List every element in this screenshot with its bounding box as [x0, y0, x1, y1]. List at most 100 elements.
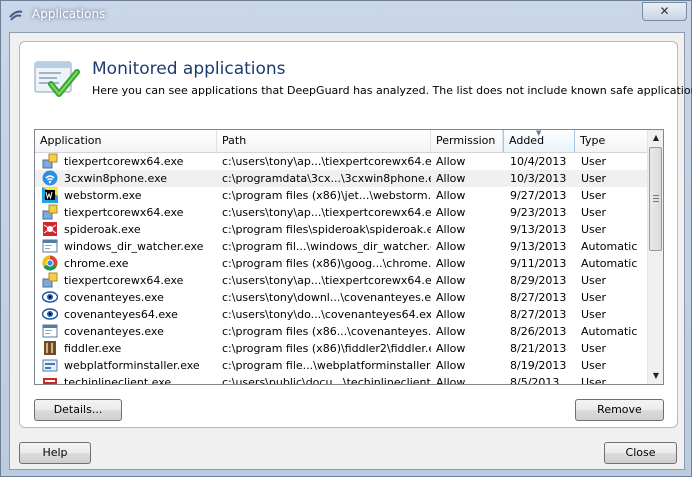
cell-permission: Allow	[436, 172, 466, 185]
scroll-down-arrow-icon[interactable]: ▼	[648, 368, 663, 384]
cell-application: covenanteyes.exe	[64, 325, 164, 338]
cell-added: 10/4/2013	[510, 155, 567, 168]
cell-permission: Allow	[436, 257, 466, 270]
cell-path: c:\users\tony\ap...\tiexpertcorewx64.exe	[222, 155, 431, 168]
applications-window: Applications ✕ Monitored applications He…	[0, 0, 692, 477]
cell-permission: Allow	[436, 189, 466, 202]
monitored-apps-checkmark-icon	[34, 61, 80, 97]
cell-path: c:\program files (x86)\fiddler2\fiddler.…	[222, 342, 431, 355]
content-panel: Monitored applications Here you can see …	[19, 41, 692, 428]
cell-permission: Allow	[436, 223, 466, 236]
scroll-thumb[interactable]	[649, 147, 662, 251]
cell-application: covenanteyes64.exe	[64, 308, 178, 321]
thumb-grip-line	[653, 201, 659, 202]
cell-added: 8/29/2013	[510, 274, 567, 287]
cell-type: User	[581, 342, 607, 355]
cell-permission: Allow	[436, 206, 466, 219]
cell-application: tiexpertcorewx64.exe	[64, 274, 184, 287]
cell-path: c:\program files\spideroak\spideroak.exe	[222, 223, 431, 236]
applications-list[interactable]: Application Path Permission ▼ Added Type…	[34, 129, 664, 385]
cell-type: User	[581, 291, 607, 304]
cell-type: User	[581, 155, 607, 168]
cell-type: User	[581, 223, 607, 236]
eye-icon	[42, 308, 58, 320]
table-row[interactable]: covenanteyes.exe c:\users\tony\downl...\c…	[35, 289, 647, 306]
cell-added: 9/11/2013	[510, 257, 567, 270]
sort-descending-icon: ▼	[536, 129, 542, 137]
table-row[interactable]: 3cxwin8phone.exe c:\programdata\3cx...\3c…	[35, 170, 647, 187]
cell-added: 10/3/2013	[510, 172, 567, 185]
list-rows: tiexpertcorewx64.exe c:\users\tony\ap...\…	[35, 153, 647, 385]
cell-permission: Allow	[436, 155, 466, 168]
cell-added: 9/27/2013	[510, 189, 567, 202]
column-header-added[interactable]: ▼ Added	[503, 130, 575, 152]
cell-type: User	[581, 189, 607, 202]
table-row[interactable]: covenanteyes64.exe c:\users\tony\do...\co…	[35, 306, 647, 323]
page-description: Here you can see applications that DeepG…	[92, 84, 692, 97]
title-bar[interactable]: Applications ✕	[1, 1, 691, 28]
column-header-permission[interactable]: Permission	[431, 130, 503, 152]
cell-added: 8/27/2013	[510, 291, 567, 304]
cell-application: 3cxwin8phone.exe	[64, 172, 168, 185]
cell-path: c:\users\tony\do...\covenanteyes64.exe	[222, 308, 431, 321]
fsecure-logo-icon	[9, 10, 23, 21]
chrome-icon	[42, 255, 58, 271]
remove-button[interactable]: Remove	[575, 399, 664, 421]
cell-path: c:\users\public\docu...\techinlineclient…	[222, 376, 431, 385]
cell-type: User	[581, 376, 607, 385]
cell-added: 8/5/2013	[510, 376, 560, 385]
scroll-up-arrow-icon[interactable]: ▲	[648, 130, 663, 146]
column-header-application[interactable]: Application	[35, 130, 217, 152]
cell-added: 8/27/2013	[510, 308, 567, 321]
wifi-icon	[42, 170, 58, 186]
thumb-grip-line	[653, 195, 659, 196]
window-title: Applications	[32, 7, 106, 21]
vertical-scrollbar[interactable]: ▲ ▼	[647, 130, 663, 384]
spideroak-icon	[43, 222, 57, 236]
cell-added: 8/21/2013	[510, 342, 567, 355]
close-button[interactable]: Close	[604, 442, 677, 464]
cell-permission: Allow	[436, 359, 466, 372]
cell-permission: Allow	[436, 342, 466, 355]
cell-path: c:\users\tony\ap...\tiexpertcorewx64.exe	[222, 206, 431, 219]
cell-permission: Allow	[436, 274, 466, 287]
cell-application: covenanteyes.exe	[64, 291, 164, 304]
help-button[interactable]: Help	[19, 442, 91, 464]
table-row[interactable]: webstorm.exe c:\program files (x86)\jet..…	[35, 187, 647, 204]
table-row[interactable]: fiddler.exe c:\program files (x86)\fiddle…	[35, 340, 647, 357]
column-header-path[interactable]: Path	[217, 130, 431, 152]
cell-type: User	[581, 359, 607, 372]
table-row[interactable]: spideroak.exe c:\program files\spideroak\…	[35, 221, 647, 238]
table-row[interactable]: webplatforminstaller.exe c:\program file.…	[35, 357, 647, 374]
cell-application: spideroak.exe	[64, 223, 141, 236]
window-icon	[42, 324, 58, 338]
list-header: Application Path Permission ▼ Added Type	[35, 130, 647, 153]
cell-permission: Allow	[436, 240, 466, 253]
cell-path: c:\program files (x86)\goog...\chrome.ex…	[222, 257, 431, 270]
table-row[interactable]: techinlineclient.exe c:\users\public\docu…	[35, 374, 647, 385]
window-icon	[42, 239, 58, 253]
cell-type: User	[581, 206, 607, 219]
cell-application: tiexpertcorewx64.exe	[64, 206, 184, 219]
table-row[interactable]: covenanteyes.exe c:\program files (x86...…	[35, 323, 647, 340]
table-row[interactable]: tiexpertcorewx64.exe c:\users\tony\ap...\…	[35, 153, 647, 170]
cell-path: c:\program fil...\windows_dir_watcher.ex…	[222, 240, 431, 253]
cell-type: User	[581, 172, 607, 185]
cell-added: 9/13/2013	[510, 240, 567, 253]
details-button[interactable]: Details...	[34, 399, 122, 421]
window-close-button[interactable]: ✕	[642, 2, 687, 21]
cell-application: fiddler.exe	[64, 342, 122, 355]
cell-path: c:\programdata\3cx...\3cxwin8phone.exe	[222, 172, 431, 185]
page-title: Monitored applications	[92, 59, 286, 79]
table-row[interactable]: windows_dir_watcher.exe c:\program fil...…	[35, 238, 647, 255]
cell-added: 9/23/2013	[510, 206, 567, 219]
table-row[interactable]: tiexpertcorewx64.exe c:\users\tony\ap...\…	[35, 204, 647, 221]
cell-added: 9/13/2013	[510, 223, 567, 236]
table-row[interactable]: chrome.exe c:\program files (x86)\goog...…	[35, 255, 647, 272]
table-row[interactable]: tiexpertcorewx64.exe c:\users\tony\ap...\…	[35, 272, 647, 289]
generic-app-icon	[42, 272, 58, 288]
cell-path: c:\program files (x86)\jet...\webstorm.e…	[222, 189, 431, 202]
cell-permission: Allow	[436, 308, 466, 321]
column-header-type[interactable]: Type	[575, 130, 647, 152]
cell-permission: Allow	[436, 291, 466, 304]
